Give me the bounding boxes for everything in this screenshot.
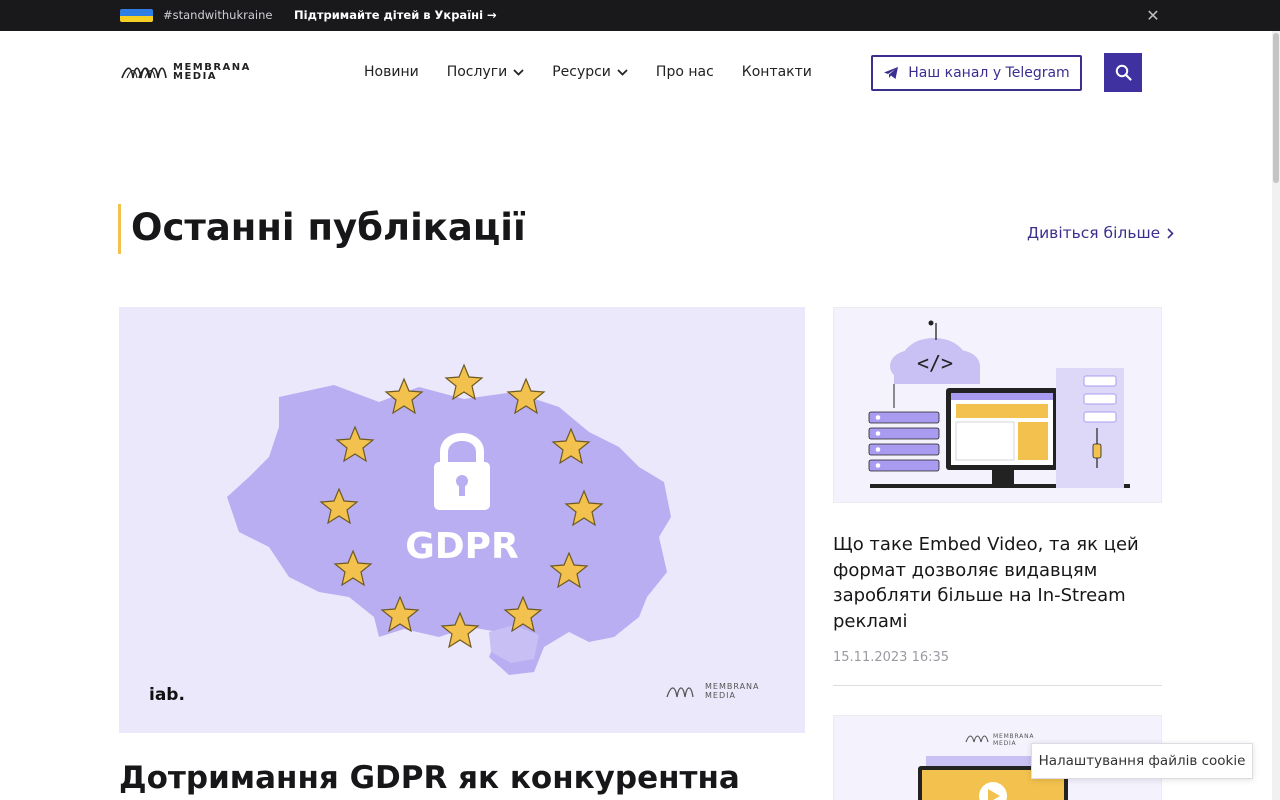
page-scrollbar[interactable] xyxy=(1272,31,1280,800)
server-tower-icon xyxy=(1056,368,1124,488)
side-article-image[interactable]: </> xyxy=(833,307,1162,503)
image-logo-line-1: MEMBRANA xyxy=(993,733,1034,740)
nav-item-contacts[interactable]: Контакти xyxy=(742,64,812,80)
section-title: Останні публікації xyxy=(131,206,526,249)
side-article-date: 15.11.2023 16:35 xyxy=(833,650,950,665)
embed-video-illustration: </> xyxy=(868,320,1130,488)
ukraine-flag-icon xyxy=(120,9,153,22)
chevron-right-icon xyxy=(1167,227,1174,239)
site-logo[interactable]: MEMBRANA MEDIA xyxy=(121,61,251,83)
telegram-button-label: Наш канал у Telegram xyxy=(908,65,1070,81)
nav-label: Про нас xyxy=(655,64,714,80)
logo-wordmark: MEMBRANA MEDIA xyxy=(173,63,251,82)
feature-article-image[interactable]: GDPR iab. MEMBRANA MEDIA xyxy=(119,307,805,733)
nav-label: Послуги xyxy=(446,64,508,80)
server-rack-icon xyxy=(868,411,940,472)
site-header: MEMBRANA MEDIA Новини Послуги Ресурси Пр… xyxy=(0,31,1280,115)
see-more-link[interactable]: Дивіться більше xyxy=(1027,224,1174,242)
nav-item-news[interactable]: Новини xyxy=(364,64,419,80)
nav-label: Ресурси xyxy=(552,64,611,80)
telegram-icon xyxy=(884,67,899,79)
image-logo-line-2: MEDIA xyxy=(993,740,1017,747)
chevron-down-icon xyxy=(513,68,524,76)
cookie-settings-button[interactable]: Налаштування файлів cookie xyxy=(1031,743,1253,779)
side-article-title[interactable]: Що таке Embed Video, та як цей формат до… xyxy=(833,532,1162,634)
top-banner: #standwithukraine Підтримайте дітей в Ук… xyxy=(0,0,1280,31)
chevron-down-icon xyxy=(617,68,628,76)
nav-item-services[interactable]: Послуги xyxy=(447,64,524,80)
gdpr-ukraine-illustration: GDPR iab. MEMBRANA MEDIA xyxy=(149,363,760,705)
image-logo-line-2: MEDIA xyxy=(705,691,736,700)
logo-line-2: MEDIA xyxy=(173,71,218,82)
section-accent-bar xyxy=(118,204,121,254)
feature-article-title[interactable]: Дотримання GDPR як конкурентна xyxy=(119,760,740,796)
image-logo-line-1: MEMBRANA xyxy=(705,682,760,691)
code-tag-label: </> xyxy=(917,351,953,375)
telegram-channel-button[interactable]: Наш канал у Telegram xyxy=(871,55,1082,91)
iab-logo: iab. xyxy=(149,685,185,705)
nav-item-about[interactable]: Про нас xyxy=(656,64,714,80)
close-icon[interactable]: ✕ xyxy=(1145,8,1161,24)
scrollbar-thumb[interactable] xyxy=(1273,33,1279,183)
banner-hashtag: #standwithukraine xyxy=(163,8,273,22)
banner-support-link[interactable]: Підтримайте дітей в Україні → xyxy=(294,8,497,22)
nav-label: Контакти xyxy=(741,64,812,80)
membrana-logo-icon xyxy=(666,687,694,698)
nav-item-resources[interactable]: Ресурси xyxy=(552,64,628,80)
article-divider xyxy=(833,685,1162,686)
main-nav: Новини Послуги Ресурси Про нас Контакти xyxy=(364,64,840,80)
search-button[interactable] xyxy=(1104,53,1142,92)
search-icon xyxy=(1115,64,1132,81)
membrana-logo-icon xyxy=(121,67,167,79)
nav-label: Новини xyxy=(364,64,419,80)
see-more-label: Дивіться більше xyxy=(1027,224,1161,242)
gdpr-label: GDPR xyxy=(405,526,519,567)
membrana-logo-icon xyxy=(965,735,989,743)
